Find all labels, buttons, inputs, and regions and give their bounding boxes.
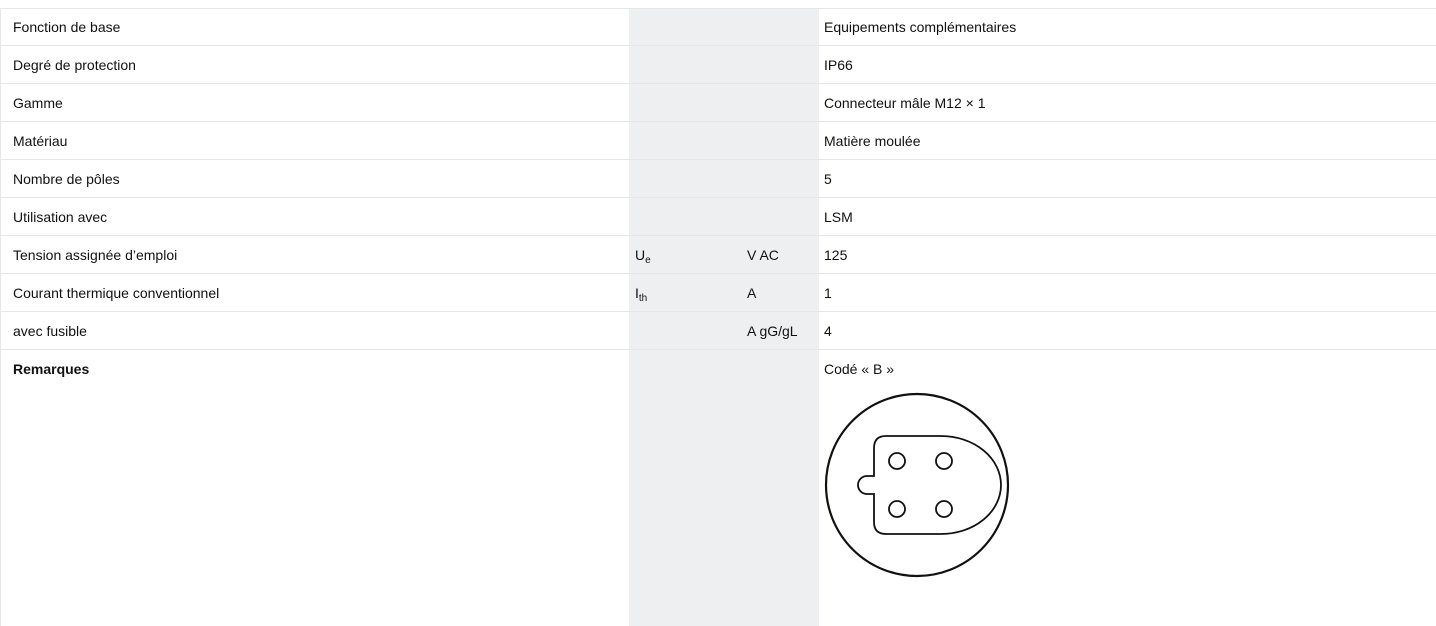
row-value: Equipements complémentaires bbox=[824, 19, 1017, 35]
row-value: 5 bbox=[824, 171, 832, 187]
row-value: IP66 bbox=[824, 57, 853, 73]
m12-connector-pin-layout-icon bbox=[824, 392, 1010, 578]
table-row-protection-degree: Degré de protection IP66 bbox=[1, 46, 1436, 84]
table-row-used-with: Utilisation avec LSM bbox=[1, 198, 1436, 236]
row-value: 1 bbox=[824, 285, 832, 301]
row-label: Utilisation avec bbox=[13, 209, 108, 225]
row-value: Connecteur mâle M12 × 1 bbox=[824, 95, 986, 111]
table-row-pole-count: Nombre de pôles 5 bbox=[1, 160, 1436, 198]
contact-pin-2 bbox=[935, 452, 953, 470]
table-row-range: Gamme Connecteur mâle M12 × 1 bbox=[1, 84, 1436, 122]
remarks-label: Remarques bbox=[13, 361, 90, 377]
contact-pin-1 bbox=[888, 452, 906, 470]
row-value: LSM bbox=[824, 209, 853, 225]
row-value: 4 bbox=[824, 323, 832, 339]
table-row-thermal-current: Courant thermique conventionnel Ith A 1 bbox=[1, 274, 1436, 312]
connector-outer-ring bbox=[824, 392, 1010, 578]
remarks-value: Codé « B » bbox=[824, 361, 895, 377]
row-label: Courant thermique conventionnel bbox=[13, 285, 220, 301]
row-label: Nombre de pôles bbox=[13, 171, 120, 187]
table-row-remarks: Remarques Codé « B » bbox=[1, 350, 1436, 588]
table-row-basic-function: Fonction de base Equipements complémenta… bbox=[1, 8, 1436, 46]
row-label: Tension assignée d’emploi bbox=[13, 247, 178, 263]
row-symbol: Ue bbox=[635, 247, 651, 266]
connector-insert-outline bbox=[857, 435, 1002, 535]
row-label: Matériau bbox=[13, 133, 68, 149]
row-label: Degré de protection bbox=[13, 57, 136, 73]
table-row-material: Matériau Matière moulée bbox=[1, 122, 1436, 160]
table-row-rated-voltage: Tension assignée d’emploi Ue V AC 125 bbox=[1, 236, 1436, 274]
spec-table: Fonction de base Equipements complémenta… bbox=[0, 8, 1436, 626]
contact-pin-4 bbox=[935, 500, 953, 518]
row-label: avec fusible bbox=[13, 323, 87, 339]
row-unit: A gG/gL bbox=[747, 323, 798, 339]
row-label: Gamme bbox=[13, 95, 63, 111]
row-value: Matière moulée bbox=[824, 133, 921, 149]
contact-pin-3 bbox=[888, 500, 906, 518]
row-unit: V AC bbox=[747, 247, 779, 263]
row-symbol: Ith bbox=[635, 285, 648, 304]
row-label: Fonction de base bbox=[13, 19, 121, 35]
table-row-with-fuse: avec fusible A gG/gL 4 bbox=[1, 312, 1436, 350]
row-value: 125 bbox=[824, 247, 848, 263]
row-unit: A bbox=[747, 285, 757, 301]
